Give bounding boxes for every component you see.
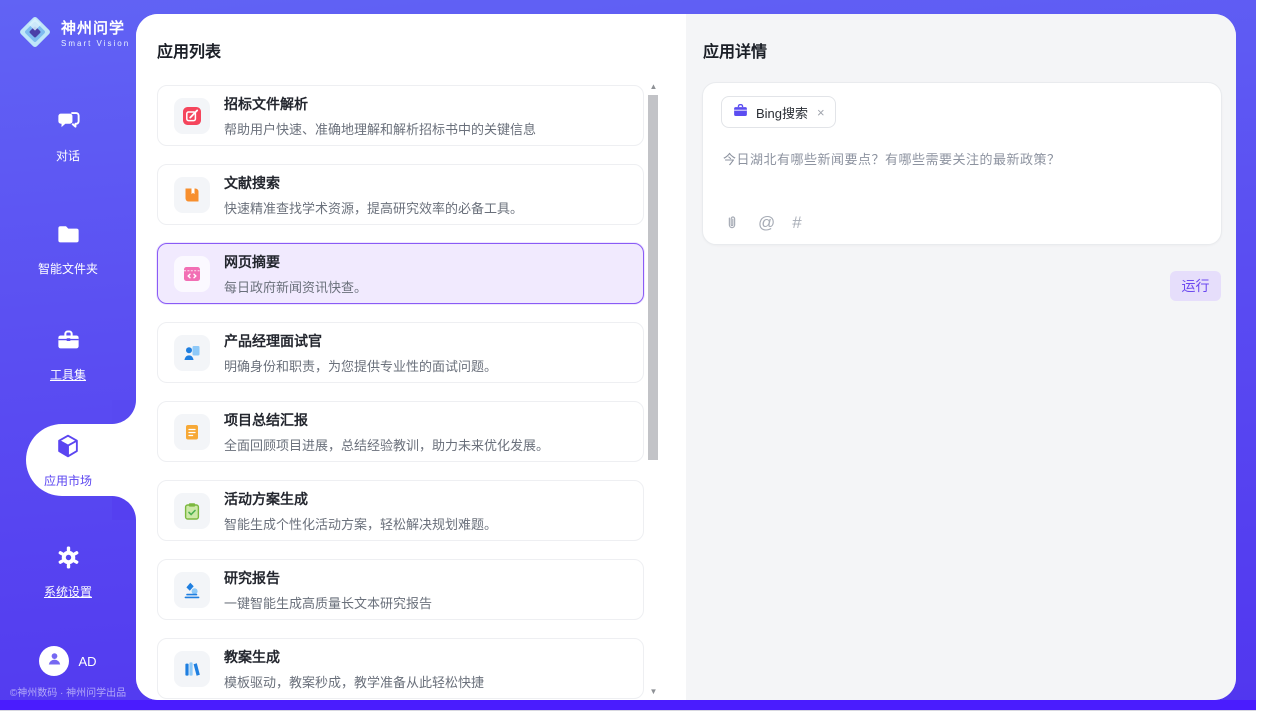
memo-icon	[174, 414, 210, 450]
app-card-7[interactable]: 研究报告一键智能生成高质量长文本研究报告	[157, 559, 644, 620]
frame-edge	[0, 710, 1256, 711]
run-button[interactable]: 运行	[1170, 271, 1221, 301]
app-card-desc: 模板驱动，教案秒成，教学准备从此轻松快捷	[224, 672, 484, 691]
at-icon[interactable]: @	[758, 214, 775, 232]
scroll-up-arrow-icon[interactable]: ▲	[648, 82, 659, 92]
app-card-5[interactable]: 项目总结汇报全面回顾项目进展，总结经验教训，助力未来优化发展。	[157, 401, 644, 462]
app-detail-title: 应用详情	[703, 38, 767, 62]
app-card-desc: 一键智能生成高质量长文本研究报告	[224, 593, 432, 612]
diamond-logo-icon	[16, 13, 54, 56]
avatar[interactable]	[39, 646, 69, 676]
lesson-books-icon	[174, 651, 210, 687]
composer[interactable]: Bing搜索 × 今日湖北有哪些新闻要点？有哪些需要关注的最新政策？ @#	[702, 82, 1222, 245]
app-card-title: 研究报告	[224, 568, 432, 588]
app-card-title: 活动方案生成	[224, 489, 497, 509]
chip-close-icon[interactable]: ×	[817, 105, 825, 120]
app-window: 神州问学 Smart Vision 对话智能文件夹工具集应用市场系统设置 AD …	[0, 0, 1256, 710]
app-card-title: 招标文件解析	[224, 94, 536, 114]
page: 神州问学 Smart Vision 对话智能文件夹工具集应用市场系统设置 AD …	[0, 0, 1270, 714]
gear-icon	[55, 544, 82, 576]
sidebar-item-label: 应用市场	[44, 472, 92, 489]
app-card-1[interactable]: 招标文件解析帮助用户快速、准确地理解和解析招标书中的关键信息	[157, 85, 644, 146]
folder-icon	[55, 221, 82, 253]
app-list-panel: 应用列表 招标文件解析帮助用户快速、准确地理解和解析招标书中的关键信息文献搜索快…	[136, 14, 686, 700]
sidebar-item-label: 智能文件夹	[38, 260, 98, 277]
sidebar-item-label: 工具集	[50, 366, 86, 383]
app-card-title: 项目总结汇报	[224, 410, 549, 430]
toolbox-icon	[55, 327, 82, 359]
research-icon	[174, 572, 210, 608]
scrollbar[interactable]: ▲ ▼	[648, 82, 659, 697]
tool-chip-label: Bing搜索	[756, 103, 808, 122]
sidebar-item-label: 对话	[56, 147, 80, 164]
sidebar-item-chat[interactable]: 对话	[0, 108, 136, 164]
scroll-thumb[interactable]	[648, 95, 658, 460]
user-label: AD	[78, 654, 96, 669]
sidebar-item-settings[interactable]: 系统设置	[0, 544, 136, 600]
brand-name: 神州问学	[61, 21, 130, 38]
app-card-2[interactable]: 文献搜索快速精准查找学术资源，提高研究效率的必备工具。	[157, 164, 644, 225]
query-text[interactable]: 今日湖北有哪些新闻要点？有哪些需要关注的最新政策？	[723, 149, 1201, 168]
app-card-desc: 明确身份和职责，为您提供专业性的面试问题。	[224, 356, 497, 375]
sidebar: 神州问学 Smart Vision 对话智能文件夹工具集应用市场系统设置 AD …	[0, 0, 136, 710]
app-card-title: 产品经理面试官	[224, 331, 497, 351]
sidebar-item-label: 系统设置	[44, 583, 92, 600]
app-card-desc: 智能生成个性化活动方案，轻松解决规划难题。	[224, 514, 497, 533]
chat-icon	[55, 108, 82, 140]
sidebar-item-tools[interactable]: 工具集	[0, 327, 136, 383]
app-card-title: 文献搜索	[224, 173, 523, 193]
sidebar-item-market[interactable]: 应用市场	[0, 432, 136, 489]
active-nav-notch-bottom	[112, 496, 136, 520]
app-card-desc: 每日政府新闻资讯快查。	[224, 277, 367, 296]
interviewer-icon	[174, 335, 210, 371]
bottom-strip	[0, 700, 1256, 710]
hash-icon[interactable]: #	[792, 214, 801, 232]
scroll-down-arrow-icon[interactable]: ▼	[648, 687, 659, 697]
paperclip-icon[interactable]	[723, 214, 741, 232]
tool-chip-bing[interactable]: Bing搜索 ×	[721, 96, 836, 128]
brand-logo: 神州问学 Smart Vision	[16, 13, 130, 56]
app-detail-panel: 应用详情 Bing搜索 × 今日湖北有哪些新闻要点？有哪些需要关注的最新政策？ …	[686, 14, 1236, 700]
briefcase-icon	[732, 102, 749, 122]
plan-clipboard-icon	[174, 493, 210, 529]
person-icon	[45, 649, 64, 673]
app-card-desc: 帮助用户快速、准确地理解和解析招标书中的关键信息	[224, 119, 536, 138]
sidebar-item-folders[interactable]: 智能文件夹	[0, 221, 136, 277]
app-card-4[interactable]: 产品经理面试官明确身份和职责，为您提供专业性的面试问题。	[157, 322, 644, 383]
brand-tagline: Smart Vision	[61, 39, 130, 48]
content-area: 应用列表 招标文件解析帮助用户快速、准确地理解和解析招标书中的关键信息文献搜索快…	[136, 14, 1236, 700]
app-card-8[interactable]: 教案生成模板驱动，教案秒成，教学准备从此轻松快捷	[157, 638, 644, 699]
active-nav-notch-top	[112, 400, 136, 424]
copyright-text: ©神州数码 · 神州问学出品	[0, 684, 136, 699]
app-list-title: 应用列表	[157, 38, 221, 62]
app-card-title: 网页摘要	[224, 252, 367, 272]
composer-toolbar: @#	[723, 214, 802, 232]
user-account[interactable]: AD	[0, 646, 136, 676]
app-card-desc: 快速精准查找学术资源，提高研究效率的必备工具。	[224, 198, 523, 217]
bid-edit-icon	[174, 98, 210, 134]
app-card-6[interactable]: 活动方案生成智能生成个性化活动方案，轻松解决规划难题。	[157, 480, 644, 541]
app-card-title: 教案生成	[224, 647, 484, 667]
literature-book-icon	[174, 177, 210, 213]
web-code-icon	[174, 256, 210, 292]
cube-icon	[54, 432, 82, 465]
app-card-desc: 全面回顾项目进展，总结经验教训，助力未来优化发展。	[224, 435, 549, 454]
app-card-3[interactable]: 网页摘要每日政府新闻资讯快查。	[157, 243, 644, 304]
